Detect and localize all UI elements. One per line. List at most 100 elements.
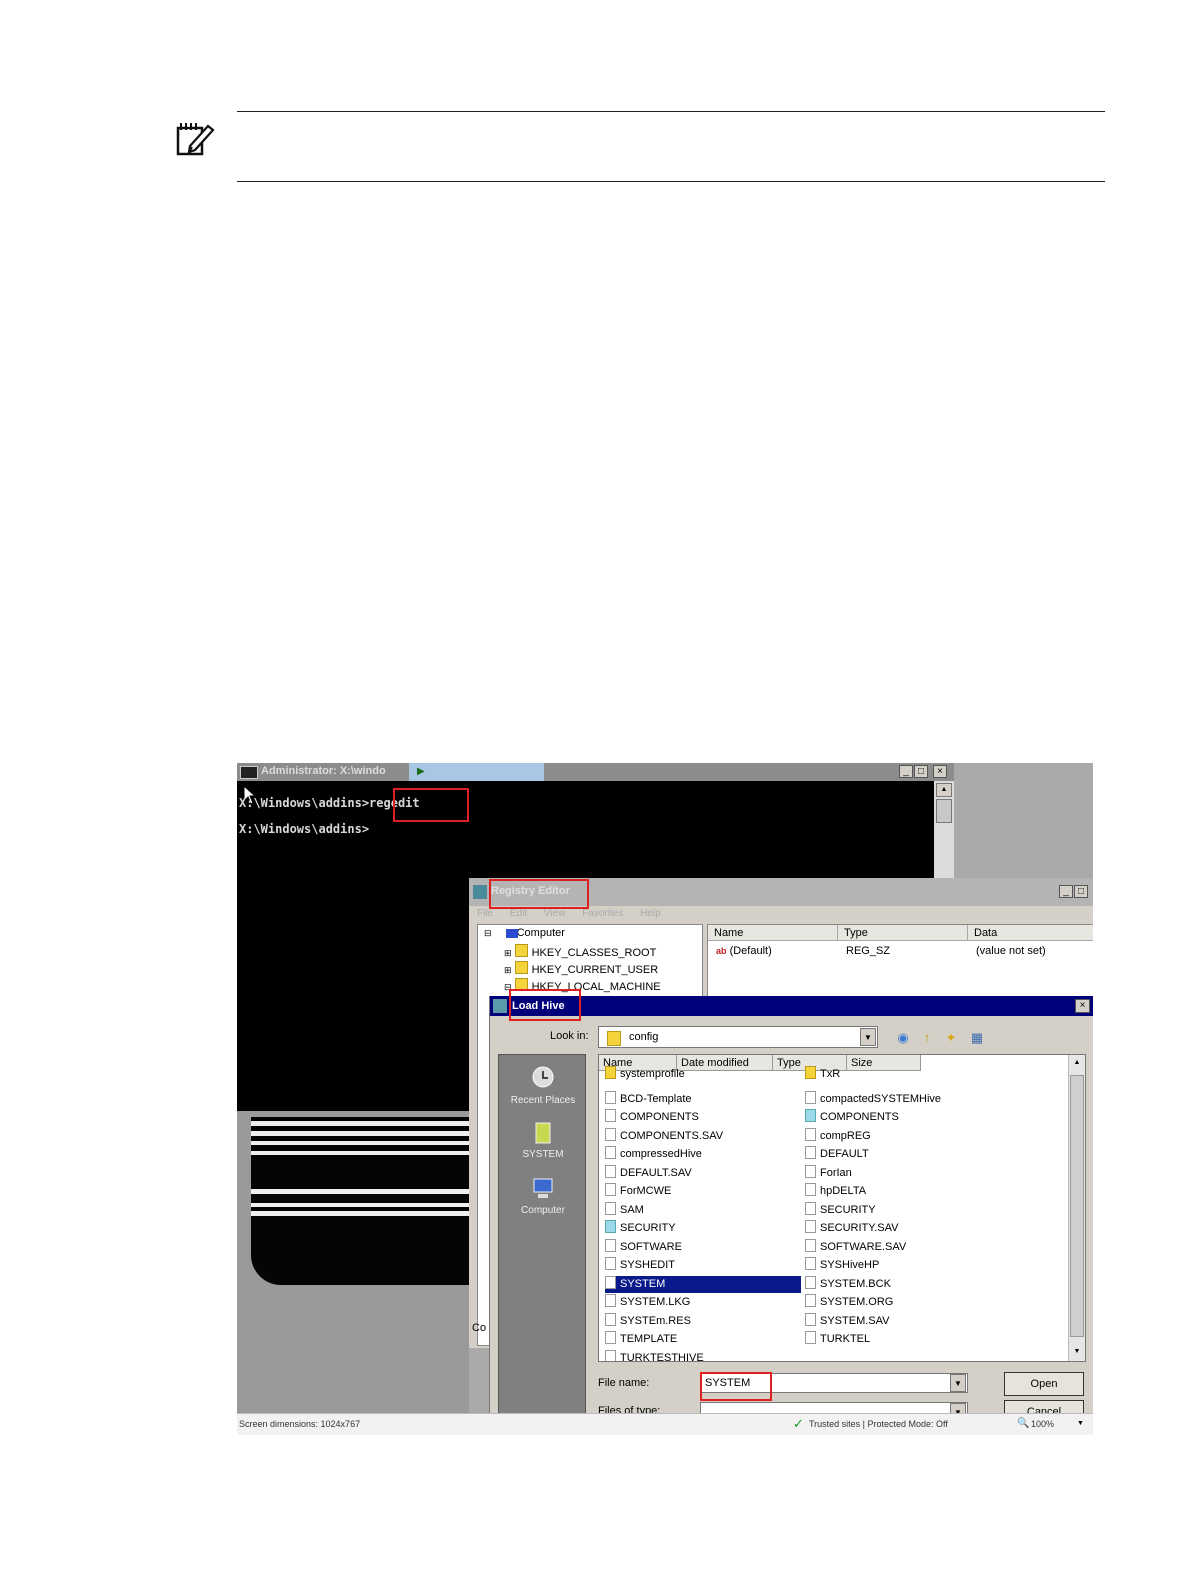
- file-icon: [805, 1090, 816, 1104]
- value-data: (value not set): [976, 945, 1046, 957]
- close-icon[interactable]: ×: [1075, 999, 1090, 1013]
- file-item[interactable]: SYSTEM: [605, 1275, 801, 1293]
- file-item-label: BCD-Template: [620, 1092, 692, 1105]
- look-in-select[interactable]: config ▼: [598, 1026, 878, 1048]
- taskbar-tab[interactable]: ▶: [409, 763, 544, 781]
- expand-icon[interactable]: ⊞: [504, 965, 512, 975]
- file-item[interactable]: SYSHEDIT: [605, 1257, 801, 1274]
- chevron-down-icon[interactable]: ▼: [950, 1374, 966, 1392]
- back-icon[interactable]: ◉: [894, 1030, 912, 1046]
- cmd-minimize-button[interactable]: _: [899, 765, 913, 778]
- file-item[interactable]: ForMCWE: [605, 1183, 801, 1200]
- registry-maximize-button[interactable]: □: [1074, 885, 1088, 898]
- file-item-label: SECURITY.SAV: [820, 1222, 899, 1234]
- file-item[interactable]: COMPONENTS.SAV: [605, 1127, 801, 1145]
- file-item[interactable]: SYSHiveHP: [805, 1257, 995, 1274]
- cmd-maximize-button[interactable]: □: [914, 765, 928, 778]
- file-item[interactable]: TURKTESTHIVE: [605, 1349, 801, 1361]
- collapse-icon[interactable]: ⊟: [484, 928, 492, 938]
- value-name[interactable]: ab (Default): [716, 945, 772, 957]
- column-data[interactable]: Data: [968, 925, 1093, 941]
- place-recent[interactable]: Recent Places: [499, 1065, 587, 1106]
- file-item[interactable]: SECURITY.SAV: [805, 1220, 995, 1237]
- new-folder-icon[interactable]: ✦: [942, 1030, 960, 1046]
- file-item[interactable]: SYSTEM.BCK: [805, 1275, 995, 1293]
- wallpaper-stripe: [251, 1121, 469, 1126]
- view-menu-icon[interactable]: ▦: [968, 1030, 986, 1046]
- file-item[interactable]: SYSTEM.LKG: [605, 1294, 801, 1311]
- scroll-up-icon[interactable]: ▲: [936, 783, 952, 797]
- screenshot-figure: Administrator: X:\windo _ □ × ▶ X:\Windo…: [237, 763, 1093, 1435]
- file-item[interactable]: compressedHive: [605, 1146, 801, 1163]
- place-system[interactable]: SYSTEM: [499, 1119, 587, 1160]
- file-item[interactable]: SECURITY: [805, 1201, 995, 1219]
- registry-menubar[interactable]: File Edit View Favorites Help: [477, 908, 661, 919]
- places-bar: Recent Places SYSTEM Computer: [498, 1054, 586, 1435]
- scroll-thumb[interactable]: [1070, 1075, 1084, 1337]
- scroll-up-icon[interactable]: ▲: [1070, 1056, 1084, 1070]
- file-icon: [605, 1220, 616, 1233]
- file-item-label: COMPONENTS: [620, 1111, 699, 1123]
- wallpaper-stripe: [251, 1151, 469, 1155]
- file-icon: [605, 1275, 616, 1289]
- up-folder-icon[interactable]: ↑: [918, 1030, 936, 1046]
- file-list-scrollbar[interactable]: ▲ ▼: [1068, 1055, 1085, 1361]
- recent-places-icon: [532, 1066, 554, 1088]
- expand-icon[interactable]: ⊞: [504, 948, 512, 958]
- file-icon: [605, 1183, 616, 1196]
- chevron-down-icon[interactable]: ▼: [860, 1028, 876, 1046]
- file-list[interactable]: Name Date modified Type Size systemprofi…: [598, 1054, 1086, 1362]
- file-item[interactable]: SAM: [605, 1201, 801, 1219]
- file-item[interactable]: compactedSYSTEMHive: [805, 1090, 995, 1108]
- file-item-label: TEMPLATE: [620, 1333, 678, 1345]
- file-item[interactable]: SYSTEm.RES: [605, 1312, 801, 1330]
- file-item[interactable]: compREG: [805, 1127, 995, 1145]
- file-item-label: systemprofile: [620, 1068, 685, 1080]
- chevron-down-icon[interactable]: ▼: [1077, 1420, 1084, 1427]
- status-zoom[interactable]: 100%: [1031, 1419, 1054, 1429]
- file-item[interactable]: DEFAULT.SAV: [605, 1164, 801, 1182]
- recycle-bin-icon: [535, 1122, 551, 1144]
- registry-minimize-button[interactable]: _: [1059, 885, 1073, 898]
- scroll-down-icon[interactable]: ▼: [1070, 1345, 1084, 1359]
- file-icon: [605, 1066, 616, 1079]
- open-button[interactable]: Open: [1004, 1372, 1084, 1396]
- tree-item-hkcu[interactable]: ⊞ HKEY_CURRENT_USER: [504, 961, 658, 976]
- highlight-registry-editor-title: [489, 879, 589, 909]
- file-item[interactable]: TEMPLATE: [605, 1331, 801, 1348]
- file-item[interactable]: TURKTEL: [805, 1331, 995, 1348]
- file-item[interactable]: COMPONENTS: [605, 1109, 801, 1126]
- tree-item-hkcr[interactable]: ⊞ HKEY_CLASSES_ROOT: [504, 944, 656, 959]
- registry-values-list[interactable]: Name Type Data ab (Default) REG_SZ (valu…: [707, 924, 1093, 1006]
- file-icon: [805, 1201, 816, 1215]
- file-item[interactable]: COMPONENTS: [805, 1109, 995, 1126]
- file-item[interactable]: BCD-Template: [605, 1090, 801, 1108]
- place-computer[interactable]: Computer: [499, 1175, 587, 1216]
- zoom-icon[interactable]: 🔍: [1017, 1418, 1029, 1429]
- cmd-window-icon: [240, 766, 258, 779]
- place-label: SYSTEM: [522, 1149, 564, 1160]
- registry-status-partial: Co: [472, 1322, 487, 1334]
- file-item-label: compREG: [820, 1129, 871, 1142]
- file-item-label: SYSTEM.LKG: [620, 1296, 691, 1308]
- tree-item-computer[interactable]: ⊟ Computer: [484, 927, 565, 939]
- column-name[interactable]: Name: [708, 925, 838, 941]
- place-label: Computer: [521, 1205, 565, 1216]
- file-icon: [605, 1349, 616, 1361]
- file-item[interactable]: TxR: [805, 1066, 995, 1083]
- column-type[interactable]: Type: [838, 925, 968, 941]
- file-item[interactable]: SYSTEM.SAV: [805, 1312, 995, 1330]
- file-item[interactable]: SYSTEM.ORG: [805, 1294, 995, 1311]
- file-item-label: COMPONENTS.SAV: [620, 1129, 724, 1142]
- file-item[interactable]: SECURITY: [605, 1220, 801, 1237]
- file-item[interactable]: systemprofile: [605, 1066, 801, 1083]
- cmd-close-button[interactable]: ×: [933, 765, 947, 778]
- file-item[interactable]: SOFTWARE.SAV: [805, 1238, 995, 1256]
- file-item[interactable]: hpDELTA: [805, 1183, 995, 1200]
- file-item[interactable]: SOFTWARE: [605, 1238, 801, 1256]
- file-icon: [805, 1066, 816, 1079]
- scroll-thumb[interactable]: [936, 799, 952, 823]
- file-item[interactable]: DEFAULT: [805, 1146, 995, 1163]
- file-item[interactable]: ForIan: [805, 1164, 995, 1182]
- file-item-label: SYSTEM: [620, 1277, 666, 1290]
